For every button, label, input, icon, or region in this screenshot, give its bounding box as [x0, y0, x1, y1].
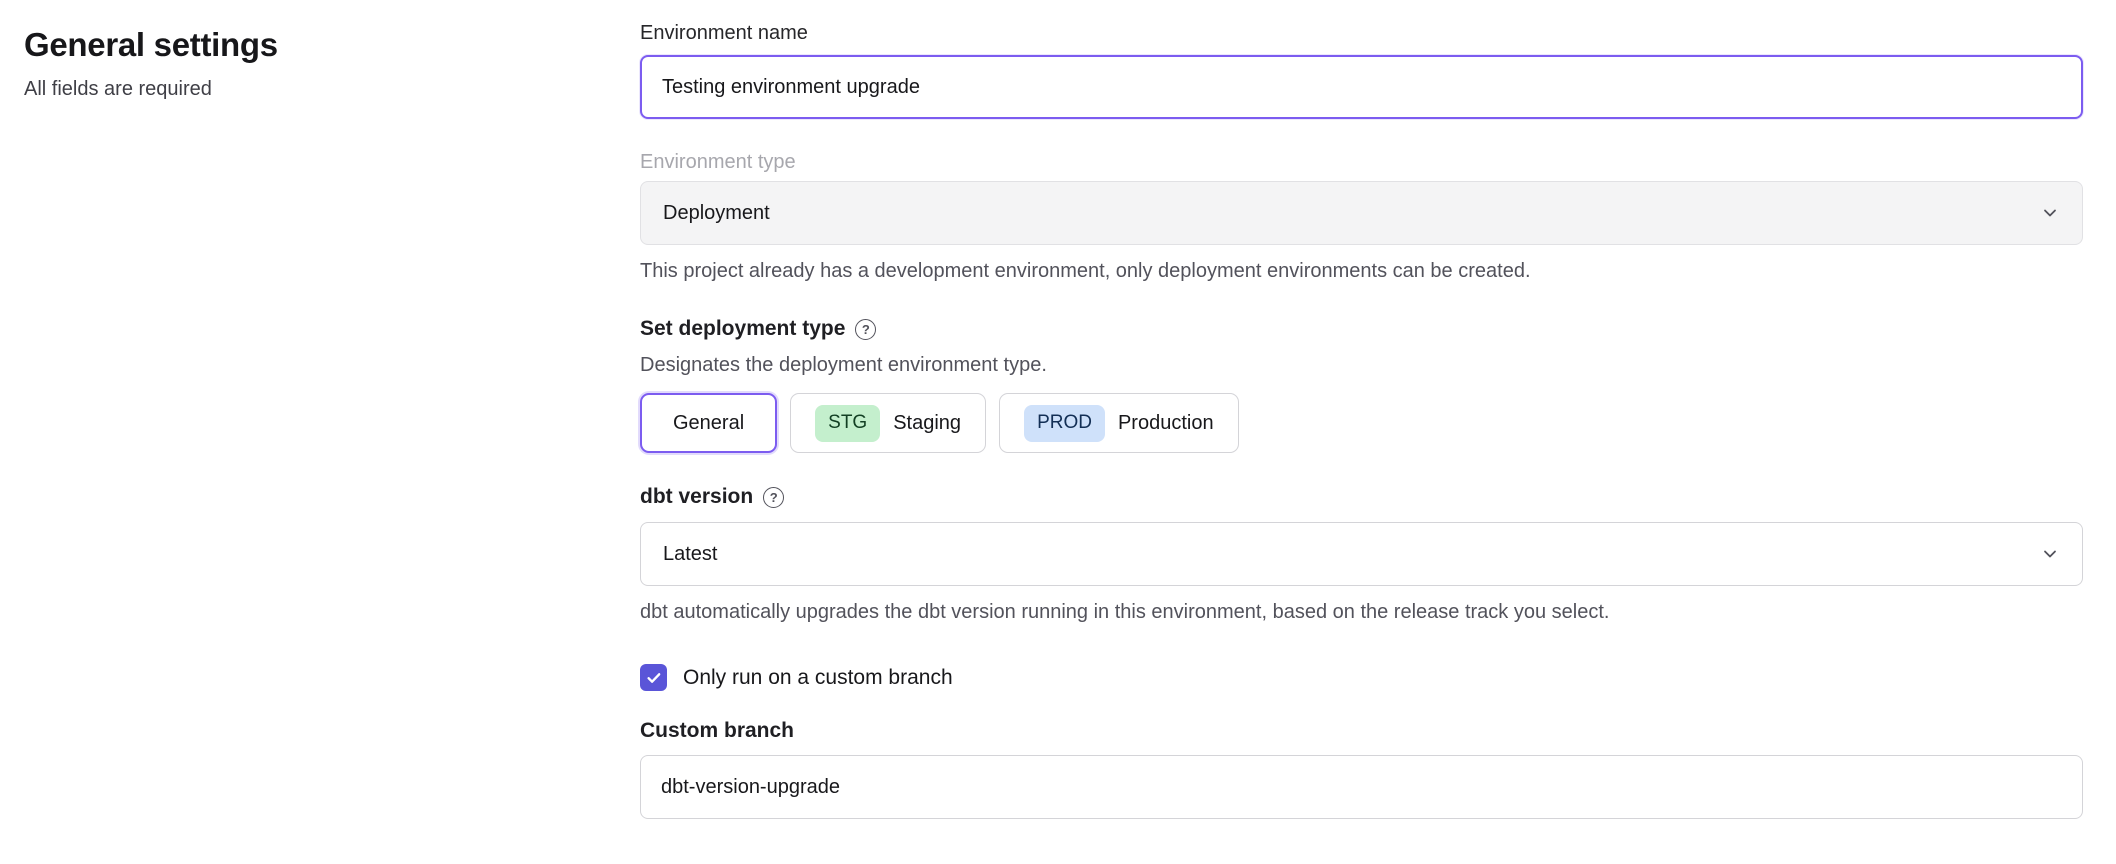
option-label: Production — [1118, 412, 1214, 435]
environment-settings-form: Environment name Environment type Deploy… — [640, 22, 2083, 819]
environment-type-select[interactable]: Deployment — [640, 181, 2083, 245]
environment-type-label: Environment type — [640, 151, 2083, 174]
deployment-type-label: Set deployment type — [640, 317, 845, 341]
environment-type-helper: This project already has a development e… — [640, 258, 2083, 285]
environment-type-value: Deployment — [663, 202, 770, 225]
deployment-type-option-staging[interactable]: STG Staging — [790, 393, 986, 453]
chevron-down-icon — [2040, 544, 2060, 564]
custom-branch-checkbox[interactable] — [640, 664, 667, 691]
dbt-version-label: dbt version — [640, 485, 753, 509]
dbt-version-helper: dbt automatically upgrades the dbt versi… — [640, 599, 2083, 626]
environment-name-field: Environment name — [640, 22, 2083, 119]
chevron-down-icon — [2040, 203, 2060, 223]
help-icon[interactable]: ? — [763, 487, 784, 508]
dbt-version-select[interactable]: Latest — [640, 522, 2083, 586]
custom-branch-label: Custom branch — [640, 719, 2083, 743]
custom-branch-field: Custom branch — [640, 719, 2083, 819]
dbt-version-section: dbt version ? Latest dbt automatically u… — [640, 485, 2083, 626]
deployment-type-option-production[interactable]: PROD Production — [999, 393, 1239, 453]
deployment-type-options: General STG Staging PROD Production — [640, 393, 2083, 453]
deployment-type-section: Set deployment type ? Designates the dep… — [640, 317, 2083, 453]
settings-intro: General settings All fields are required — [24, 22, 640, 101]
general-settings-page: General settings All fields are required… — [0, 0, 2116, 819]
check-icon — [645, 669, 663, 687]
option-label: Staging — [893, 412, 961, 435]
help-icon[interactable]: ? — [855, 319, 876, 340]
deployment-type-option-general[interactable]: General — [640, 393, 777, 453]
deployment-type-label-row: Set deployment type ? — [640, 317, 2083, 341]
environment-type-field: Environment type Deployment This project… — [640, 151, 2083, 285]
dbt-version-value: Latest — [663, 543, 717, 566]
prod-badge: PROD — [1024, 405, 1105, 442]
deployment-type-description: Designates the deployment environment ty… — [640, 354, 2083, 377]
page-subtitle: All fields are required — [24, 78, 640, 101]
page-title: General settings — [24, 26, 640, 64]
custom-branch-checkbox-label: Only run on a custom branch — [683, 666, 953, 690]
dbt-version-label-row: dbt version ? — [640, 485, 2083, 509]
custom-branch-input[interactable] — [640, 755, 2083, 819]
environment-name-input[interactable] — [640, 55, 2083, 119]
environment-name-label: Environment name — [640, 22, 2083, 45]
stg-badge: STG — [815, 405, 880, 442]
option-label: General — [673, 412, 744, 435]
custom-branch-toggle-row: Only run on a custom branch — [640, 664, 2083, 691]
